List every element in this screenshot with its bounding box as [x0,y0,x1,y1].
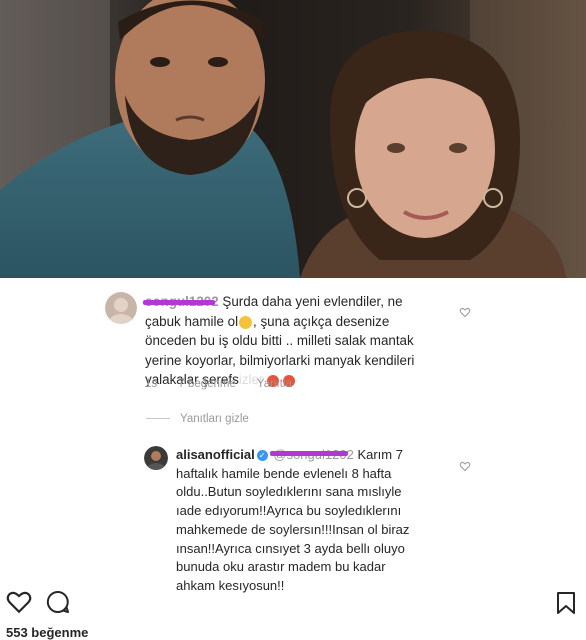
comment-time: 1s [145,378,158,390]
flushed-emoji-icon [239,315,253,329]
comment-text-line: önceden bu iş oldu bitti .. milleti sala… [145,333,414,349]
mention-redaction [269,451,348,456]
comment-body: songul1202 Şurda daha yeni evlendiler, n… [143,292,465,390]
post-photo [0,0,586,278]
reply-username[interactable]: alisanofficial [176,447,255,462]
comment-meta: 1s 7 beğenme Yanıtla [145,378,310,390]
verified-badge-icon: ✓ [256,450,268,462]
comment-username-redacted[interactable]: songul1202 [143,294,222,309]
hide-replies-label[interactable]: Yanıtları gizle [180,413,249,425]
divider-line [146,418,170,420]
comment-text-line: Şurda daha yeni evlendiler, ne [222,294,403,309]
reply-text-line: oldu..Butun soyledıklerını sana mıslıyle [176,484,402,500]
reply-button[interactable]: Yanıtla [257,378,292,390]
avatar-image [144,446,168,470]
comment-bubble-icon[interactable] [46,590,70,614]
avatar-image [105,292,137,324]
heart-outline-icon[interactable] [459,460,471,472]
username-redaction [143,300,215,305]
comment-likes[interactable]: 7 beğenme [178,378,236,390]
reply-body: alisanofficial✓ @songul1202 Karım 7 haft… [176,446,456,596]
reply-text-line: bunuda oku arastır madem bu kadar [176,559,386,575]
reply-text-line: Karım 7 [357,447,403,462]
comment-text-line: , şuna açıkça desenize [253,313,390,329]
reply-text-line: mahkemede de soylersın!!!Insan ol biraz [176,521,410,537]
reply-text-line: ahkam kesıyosun!! [176,577,285,593]
bookmark-icon[interactable] [556,591,576,615]
reply-text-line: ıade edıyorum!!Ayrıca bu soyledıklerını [176,503,402,519]
comment-text-line: çabuk hamile ol [145,313,239,329]
reply-avatar[interactable] [144,446,168,470]
reply-text-line: haftalık hamile bende evlenelı 8 hafta [176,465,392,481]
comment-text-line: yerine koyorlar, bilmiyorlarki manyak ke… [145,352,415,368]
post-photo-graphic [0,0,586,278]
heart-outline-icon[interactable] [459,306,471,318]
likes-count[interactable]: 553 beğenme [6,625,88,640]
hide-replies-toggle[interactable]: Yanıtları gizle [146,413,249,425]
reply-text-line: ınsan!!Ayrıca cınsıyet 3 ayda bellı oluy… [176,540,405,556]
heart-icon[interactable] [6,590,32,614]
commenter-avatar[interactable] [105,292,137,324]
reply-mention-redacted[interactable]: @songul1202 [269,447,358,462]
